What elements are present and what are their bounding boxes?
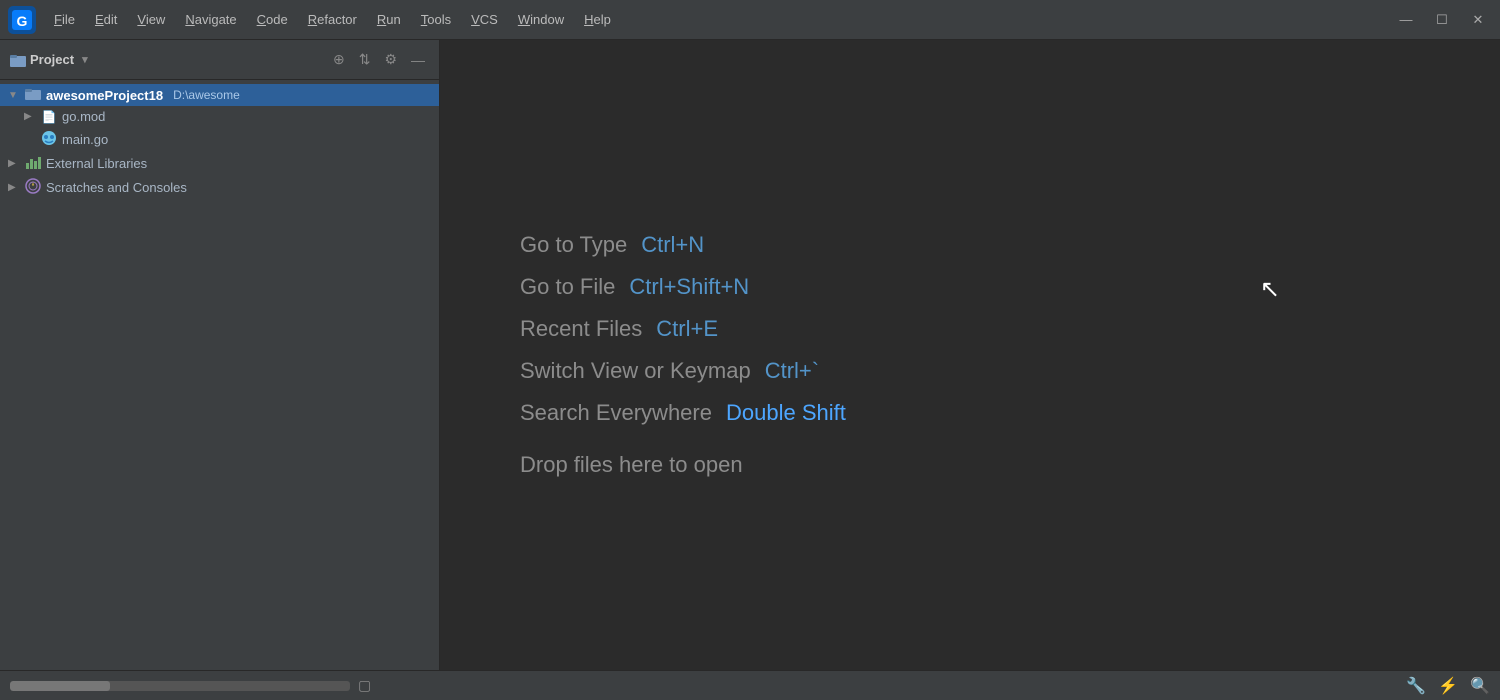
tree-label-scratches: Scratches and Consoles xyxy=(46,180,187,195)
tree-item-maingo[interactable]: ▶ main.go xyxy=(16,127,439,152)
tree-label-extlibs: External Libraries xyxy=(46,156,147,171)
tree-root-item[interactable]: ▼ awesomeProject18 D:\awesome xyxy=(0,84,439,106)
scratches-icon xyxy=(24,178,42,197)
minimize-button[interactable]: — xyxy=(1392,10,1420,30)
wrench-icon[interactable]: 🔧 xyxy=(1406,676,1426,696)
menu-window[interactable]: Window xyxy=(510,8,572,31)
shortcut-list: Go to Type Ctrl+N Go to File Ctrl+Shift+… xyxy=(520,232,846,478)
tree-label-maingo: main.go xyxy=(62,132,108,147)
tree-root-label: awesomeProject18 xyxy=(46,88,163,103)
drop-files-text: Drop files here to open xyxy=(520,452,743,478)
search-everywhere-key: Double Shift xyxy=(726,400,846,426)
tree-item-extlibs[interactable]: ▶ External Libraries xyxy=(0,152,439,175)
switch-view-action: Switch View or Keymap xyxy=(520,358,751,384)
file-gomod-icon: 📄 xyxy=(40,110,58,124)
menu-vcs[interactable]: VCS xyxy=(463,8,506,31)
maximize-button[interactable]: ☐ xyxy=(1428,10,1456,30)
search-everywhere-action: Search Everywhere xyxy=(520,400,712,426)
menu-refactor[interactable]: Refactor xyxy=(300,8,365,31)
goto-file-action: Go to File xyxy=(520,274,615,300)
recent-files-action: Recent Files xyxy=(520,316,642,342)
tree-arrow-gomod: ▶ xyxy=(24,111,36,122)
main-layout: Project ▾ ⊕ ⇅ ⚙ — ▼ awesomeProje xyxy=(0,40,1500,670)
menu-view[interactable]: View xyxy=(129,8,173,31)
menu-file[interactable]: File xyxy=(46,8,83,31)
sidebar-title: Project ▾ xyxy=(10,52,88,67)
tree-arrow-extlibs: ▶ xyxy=(8,158,20,169)
close-button[interactable]: ✕ xyxy=(1464,10,1492,30)
tree-label-gomod: go.mod xyxy=(62,109,105,124)
tree-arrow-scratches: ▶ xyxy=(8,182,20,193)
cursor-indicator: ↖ xyxy=(1260,275,1280,304)
drop-files-row: Drop files here to open xyxy=(520,442,846,478)
chevron-down-icon[interactable]: ▾ xyxy=(82,53,88,66)
goto-type-key: Ctrl+N xyxy=(641,232,704,258)
extlibs-icon xyxy=(24,155,42,172)
tree-arrow-root: ▼ xyxy=(8,90,20,101)
menu-code[interactable]: Code xyxy=(249,8,296,31)
menu-bar: File Edit View Navigate Code Refactor Ru… xyxy=(46,8,1392,31)
shortcut-search-everywhere: Search Everywhere Double Shift xyxy=(520,400,846,426)
svg-text:G: G xyxy=(17,13,28,29)
project-label: Project xyxy=(30,52,74,67)
menu-edit[interactable]: Edit xyxy=(87,8,125,31)
app-logo: G xyxy=(8,6,36,34)
search-status-icon[interactable]: 🔍 xyxy=(1470,676,1490,696)
settings-icon[interactable]: ⚙ xyxy=(380,49,401,70)
menu-help[interactable]: Help xyxy=(576,8,619,31)
goto-file-key: Ctrl+Shift+N xyxy=(629,274,749,300)
switch-view-key: Ctrl+` xyxy=(765,358,819,384)
editor-area: Go to Type Ctrl+N Go to File Ctrl+Shift+… xyxy=(440,40,1500,670)
sidebar: Project ▾ ⊕ ⇅ ⚙ — ▼ awesomeProje xyxy=(0,40,440,670)
menu-run[interactable]: Run xyxy=(369,8,409,31)
shortcut-goto-file: Go to File Ctrl+Shift+N xyxy=(520,274,846,300)
recent-files-key: Ctrl+E xyxy=(656,316,718,342)
mouse-cursor-icon: ↖ xyxy=(1260,276,1280,303)
lightning-icon[interactable]: ⚡ xyxy=(1438,676,1458,696)
panel-icon[interactable]: ▢ xyxy=(358,677,371,694)
status-bar: ▢ 🔧 ⚡ 🔍 xyxy=(0,670,1500,700)
add-icon[interactable]: ⊕ xyxy=(329,49,349,70)
tree-item-scratches[interactable]: ▶ Scratches and Consoles xyxy=(0,175,439,200)
project-tree: ▼ awesomeProject18 D:\awesome ▶ 📄 go.mod xyxy=(0,80,439,670)
collapse-all-icon[interactable]: ⇅ xyxy=(355,49,375,70)
scrollbar-thumb xyxy=(10,681,110,691)
goto-type-action: Go to Type xyxy=(520,232,627,258)
hide-icon[interactable]: — xyxy=(407,50,429,70)
folder-root-icon xyxy=(24,87,42,103)
window-controls: — ☐ ✕ xyxy=(1392,10,1492,30)
menu-tools[interactable]: Tools xyxy=(413,8,459,31)
file-maingo-icon xyxy=(40,130,58,149)
shortcut-goto-type: Go to Type Ctrl+N xyxy=(520,232,846,258)
shortcut-recent-files: Recent Files Ctrl+E xyxy=(520,316,846,342)
sidebar-header: Project ▾ ⊕ ⇅ ⚙ — xyxy=(0,40,439,80)
folder-icon xyxy=(10,53,26,67)
status-bar-left: ▢ xyxy=(10,677,371,694)
menu-navigate[interactable]: Navigate xyxy=(177,8,244,31)
tree-item-gomod[interactable]: ▶ 📄 go.mod xyxy=(16,106,439,127)
tree-root-path: D:\awesome xyxy=(173,88,240,102)
title-bar: G File Edit View Navigate Code Refactor … xyxy=(0,0,1500,40)
status-bar-right: 🔧 ⚡ 🔍 xyxy=(1406,676,1490,696)
shortcut-switch-view: Switch View or Keymap Ctrl+` xyxy=(520,358,846,384)
horizontal-scrollbar[interactable] xyxy=(10,681,350,691)
